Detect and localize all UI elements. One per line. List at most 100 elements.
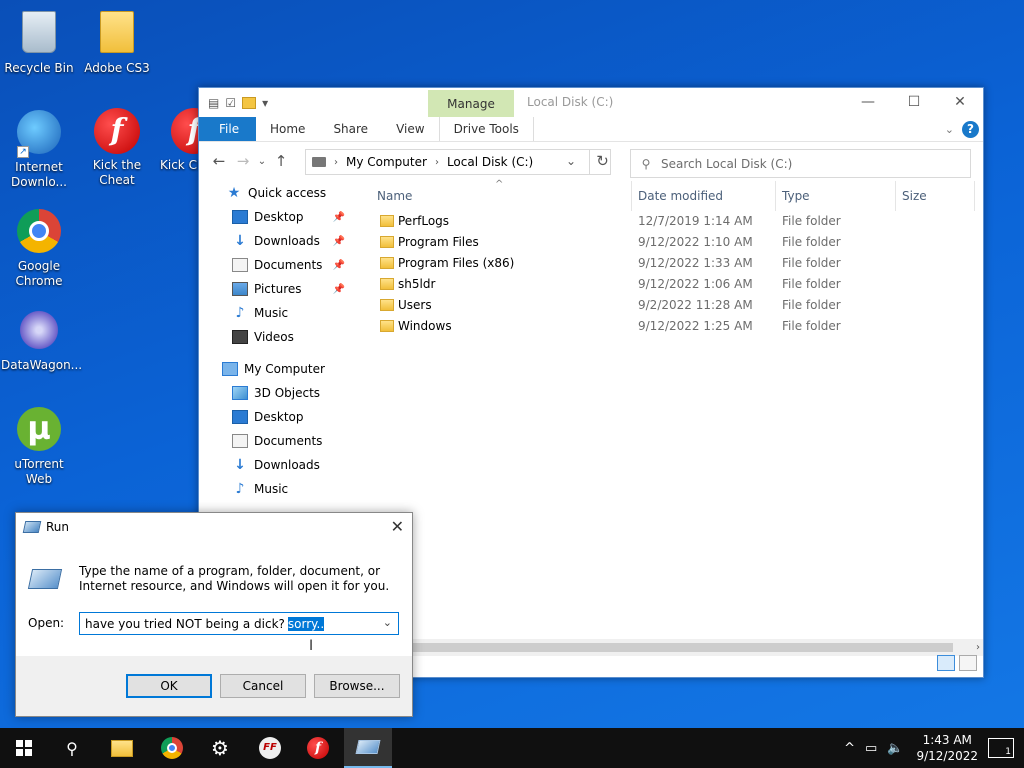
details-view-icon[interactable] (937, 655, 955, 671)
forward-button[interactable]: → (231, 152, 255, 170)
column-header-type[interactable]: Type (782, 189, 810, 203)
browse-button[interactable]: Browse... (314, 674, 400, 698)
file-row[interactable]: Program Files (x86) 9/12/2022 1:33 AM Fi… (371, 253, 983, 274)
nav-pc-3d-objects[interactable]: 3D Objects (199, 381, 371, 405)
breadcrumb-local-disk[interactable]: Local Disk (C:) (447, 155, 533, 169)
taskbar-file-explorer[interactable] (98, 728, 146, 768)
tab-home[interactable]: Home (256, 117, 319, 141)
chevron-down-icon[interactable]: ⌄ (383, 616, 392, 629)
ok-button[interactable]: OK (126, 674, 212, 698)
file-row[interactable]: sh5ldr 9/12/2022 1:06 AM File folder (371, 274, 983, 295)
tab-drive-tools[interactable]: Drive Tools (438, 117, 534, 141)
file-name: Users (398, 298, 432, 312)
nav-quick-downloads[interactable]: ↓ Downloads 📌 (199, 229, 371, 253)
file-type: File folder (782, 277, 841, 291)
nav-quick-music[interactable]: ♪ Music (199, 301, 371, 325)
column-header-name[interactable]: Name (377, 189, 412, 203)
desktop-icon-internet-download-manager[interactable]: ↗ Internet Downlo... (1, 108, 77, 190)
close-button[interactable]: ✕ (937, 88, 983, 117)
desktop-icon-adobe-cs3[interactable]: Adobe CS3 (79, 8, 155, 76)
taskbar-run[interactable] (344, 728, 392, 768)
tab-share[interactable]: Share (319, 117, 382, 141)
nav-quick-desktop[interactable]: Desktop 📌 (199, 205, 371, 229)
nav-pc-documents[interactable]: Documents (199, 429, 371, 453)
customize-toolbar-icon[interactable]: ▾ (262, 96, 268, 110)
nav-quick-access[interactable]: ★ Quick access (199, 181, 371, 205)
horizontal-scrollbar[interactable]: › (413, 639, 983, 656)
up-button[interactable]: ↑ (269, 152, 293, 170)
nav-label: Desktop (254, 410, 304, 424)
file-name: PerfLogs (398, 214, 450, 228)
nav-pc-music[interactable]: ♪ Music (199, 477, 371, 501)
maximize-button[interactable]: ☐ (891, 88, 937, 117)
chevron-up-icon[interactable]: ^ (844, 741, 855, 756)
new-folder-icon[interactable] (242, 96, 257, 109)
ffdec-icon: FF (259, 737, 281, 759)
minimize-button[interactable]: — (845, 88, 891, 117)
chevron-right-icon[interactable]: › (334, 157, 338, 168)
start-button[interactable] (0, 728, 48, 768)
scroll-right-icon[interactable]: › (976, 639, 980, 656)
desktop-icon-kick-cheat-2[interactable]: f Kick Cheat_... (146, 108, 198, 173)
refresh-button[interactable]: ↻ (589, 149, 615, 175)
desktop-icon-label: uTorrent Web (14, 457, 64, 486)
nav-pc-desktop[interactable]: Desktop (199, 405, 371, 429)
taskbar-search-button[interactable]: ⚲ (48, 728, 96, 768)
download-icon: ↓ (234, 233, 246, 249)
back-button[interactable]: ← (207, 152, 231, 170)
open-input-selected-text[interactable]: sorry.. (287, 616, 325, 631)
cube-icon (232, 386, 248, 400)
file-row[interactable]: Program Files 9/12/2022 1:10 AM File fol… (371, 232, 983, 253)
address-bar[interactable]: › My Computer › Local Disk (C:) ⌄ (305, 149, 611, 175)
taskbar-settings[interactable]: ⚙ (196, 728, 244, 768)
chevron-right-icon[interactable]: › (435, 157, 439, 168)
column-header-date[interactable]: Date modified (638, 189, 723, 203)
network-icon[interactable]: ▭ (865, 741, 877, 756)
file-row[interactable]: Users 9/2/2022 11:28 AM File folder (371, 295, 983, 316)
notification-count: 1 (1005, 747, 1011, 757)
run-title: Run (46, 520, 70, 534)
chevron-down-icon[interactable]: ⌄ (566, 154, 576, 168)
text-cursor-icon: I (309, 638, 314, 654)
open-combobox[interactable]: have you tried NOT being a dick? sorry..… (79, 612, 399, 635)
desktop-icon-kick-the-cheat[interactable]: f Kick the Cheat (79, 108, 155, 188)
window-menu-icon[interactable]: ▤ (208, 96, 219, 110)
run-dialog: Run ✕ Type the name of a program, folder… (15, 512, 413, 717)
tab-file[interactable]: File (199, 117, 256, 141)
nav-quick-documents[interactable]: Documents 📌 (199, 253, 371, 277)
file-row[interactable]: PerfLogs 12/7/2019 1:14 AM File folder (371, 211, 983, 232)
cancel-button[interactable]: Cancel (220, 674, 306, 698)
expand-ribbon-icon[interactable]: ⌄ (945, 123, 954, 136)
desktop-icon-datawagon[interactable]: DataWagon... (1, 306, 82, 373)
nav-quick-videos[interactable]: Videos (199, 325, 371, 349)
scrollbar-thumb[interactable] (413, 643, 953, 652)
recent-locations-icon[interactable]: ⌄ (255, 156, 269, 167)
large-icons-view-icon[interactable] (959, 655, 977, 671)
file-row[interactable]: Windows 9/12/2022 1:25 AM File folder (371, 316, 983, 337)
desktop-icon-google-chrome[interactable]: Google Chrome (1, 207, 77, 289)
notifications-button[interactable]: 1 (988, 738, 1014, 758)
help-icon[interactable]: ? (962, 121, 979, 138)
desktop-icon-utorrent-web[interactable]: µ uTorrent Web (1, 405, 77, 487)
search-icon: ⚲ (66, 738, 78, 758)
open-input-text[interactable]: have you tried NOT being a dick? (80, 617, 285, 631)
file-name: Windows (398, 319, 452, 333)
nav-my-computer[interactable]: My Computer (199, 357, 371, 381)
desktop-icon-recycle-bin[interactable]: Recycle Bin (1, 8, 77, 76)
search-box[interactable]: ⚲ Search Local Disk (C:) (630, 149, 971, 178)
nav-pc-downloads[interactable]: ↓ Downloads (199, 453, 371, 477)
properties-icon[interactable]: ☑ (225, 96, 236, 110)
taskbar-flash[interactable]: f (294, 728, 342, 768)
close-icon[interactable]: ✕ (391, 517, 404, 536)
breadcrumb-my-computer[interactable]: My Computer (346, 155, 427, 169)
idm-icon: ↗ (15, 110, 63, 158)
column-header-size[interactable]: Size (902, 189, 927, 203)
clock[interactable]: 1:43 AM 9/12/2022 (916, 732, 978, 764)
nav-quick-pictures[interactable]: Pictures 📌 (199, 277, 371, 301)
folder-icon (380, 320, 394, 332)
manage-tab[interactable]: Manage (428, 90, 514, 117)
tab-view[interactable]: View (382, 117, 438, 141)
volume-icon[interactable]: 🔈 (887, 741, 903, 756)
taskbar-chrome[interactable] (148, 728, 196, 768)
taskbar-ffdec[interactable]: FF (246, 728, 294, 768)
